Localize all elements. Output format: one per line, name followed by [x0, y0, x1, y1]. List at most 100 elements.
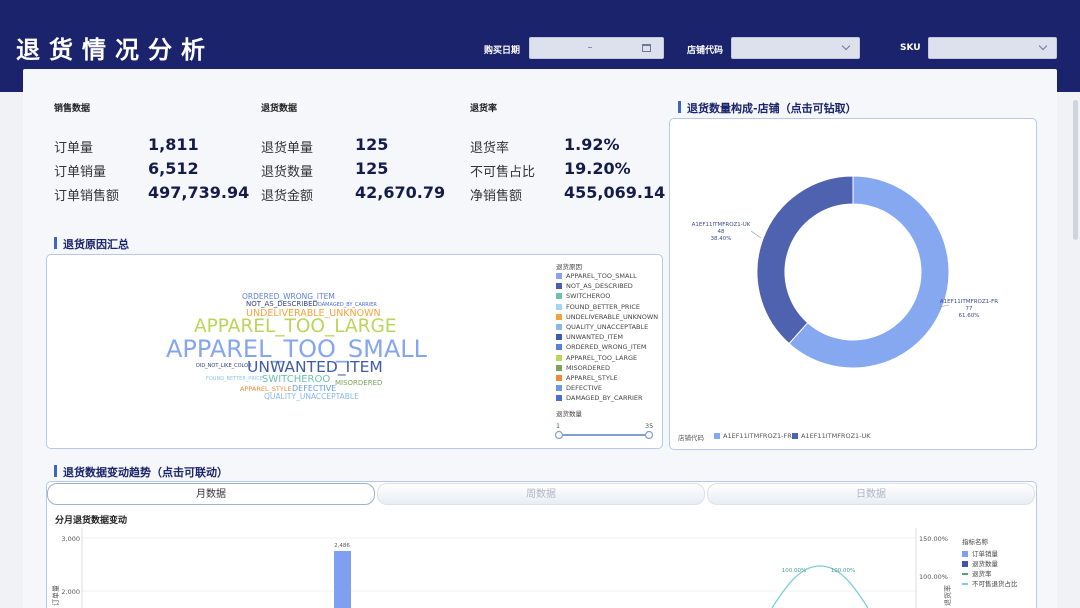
- reason-legend-item[interactable]: DAMAGED_BY_CARRIER: [556, 394, 643, 402]
- page-scrollbar[interactable]: [1073, 100, 1078, 240]
- legend-swatch: [556, 334, 562, 341]
- legend-label: NOT_AS_DESCRIBED: [566, 282, 633, 291]
- trend-legend-item[interactable]: 订单销量: [962, 548, 998, 558]
- store-code-label: 店铺代码: [687, 46, 724, 56]
- legend-label: 退货率: [972, 570, 992, 578]
- bar[interactable]: [334, 551, 351, 608]
- trend-section-title: 退货数据变动趋势（点击可联动）: [54, 464, 228, 480]
- donut-slice[interactable]: [756, 175, 854, 345]
- tab-monthly[interactable]: 月数据: [47, 483, 375, 505]
- kpi-label: 退货金额: [261, 189, 314, 204]
- kpi-label: 净销售额: [470, 189, 523, 204]
- size-range-slider[interactable]: [553, 429, 657, 441]
- word-cloud-term[interactable]: DID_NOT_LIKE_COLOR: [196, 364, 252, 369]
- legend-swatch: [962, 561, 968, 567]
- reason-legend-item[interactable]: NOT_AS_DESCRIBED: [556, 282, 633, 290]
- tab-weekly[interactable]: 周数据: [377, 483, 705, 505]
- kpi-value: 1,811: [148, 135, 199, 154]
- word-cloud-term[interactable]: APPAREL_TOO_LARGE: [194, 317, 396, 337]
- line-data-label: 100.00%: [831, 568, 855, 574]
- y-tick-label: 150.00%: [919, 535, 948, 543]
- y-axis-label: 退货率: [943, 585, 952, 606]
- kpi-value: 42,670.79: [355, 183, 446, 202]
- kpi-value: 125: [355, 159, 389, 178]
- store-code-select[interactable]: [731, 37, 860, 59]
- word-cloud-term[interactable]: FOUND_BETTER_PRICE: [206, 377, 263, 382]
- word-cloud-term[interactable]: QUALITY_UNACCEPTABLE: [264, 393, 359, 401]
- reason-legend-item[interactable]: UNWANTED_ITEM: [556, 333, 623, 341]
- kpi-value: 125: [355, 135, 389, 154]
- reason-legend-item[interactable]: APPAREL_TOO_LARGE: [556, 354, 637, 362]
- store-legend-item[interactable]: A1EF11ITMFROZ1-FR: [714, 432, 792, 440]
- page-title: 退货情况分析: [16, 36, 214, 64]
- donut-data-label: 38.40%: [711, 236, 732, 242]
- legend-swatch: [962, 551, 968, 557]
- date-range-separator: [588, 47, 592, 48]
- kpi-label: 退货数量: [261, 165, 314, 180]
- purchase-date-picker[interactable]: [529, 37, 664, 59]
- kpi-label: 不可售占比: [470, 165, 536, 180]
- legend-label: QUALITY_UNACCEPTABLE: [566, 323, 649, 331]
- donut-data-label: 48: [718, 229, 725, 235]
- y-tick-label: 100.00%: [919, 573, 948, 581]
- legend-swatch: [556, 283, 562, 290]
- trend-chart-title: 分月退货数据变动: [55, 516, 128, 526]
- legend-label: APPAREL_TOO_SMALL: [566, 272, 637, 280]
- word-cloud-term[interactable]: NOT_AS_DESCRIBED: [246, 301, 318, 308]
- legend-swatch: [556, 385, 562, 392]
- donut-data-label: 61.60%: [959, 313, 980, 319]
- return-rate-heading: 退货率: [470, 104, 498, 114]
- legend-label: 退货数量: [972, 560, 998, 568]
- reason-legend-item[interactable]: APPAREL_TOO_SMALL: [556, 272, 637, 280]
- reason-legend-item[interactable]: DEFECTIVE: [556, 384, 602, 392]
- y-axis-label: 订单量: [51, 585, 60, 606]
- bar-data-label: 2,486: [334, 543, 350, 549]
- donut-data-label: A1EF11ITMFROZ1-FR: [940, 299, 998, 305]
- y-tick-label: 3,000: [61, 535, 80, 543]
- reason-legend-item[interactable]: APPAREL_STYLE: [556, 374, 618, 382]
- legend-label: DAMAGED_BY_CARRIER: [566, 394, 643, 403]
- trend-legend-item[interactable]: 退货数量: [962, 558, 998, 568]
- legend-label: SWITCHEROO: [566, 292, 611, 301]
- legend-swatch: [556, 395, 562, 402]
- reason-legend-item[interactable]: QUALITY_UNACCEPTABLE: [556, 323, 648, 331]
- y-tick-label: 2,000: [61, 588, 80, 596]
- donut-data-label: A1EF11ITMFROZ1-UK: [692, 222, 751, 228]
- reason-legend-item[interactable]: MISORDERED: [556, 364, 610, 372]
- store-donut-chart[interactable]: A1EF11ITMFROZ1-FR7761.60%A1EF11ITMFROZ1-…: [669, 118, 1037, 450]
- reason-legend-item[interactable]: FOUND_BETTER_PRICE: [556, 303, 640, 311]
- legend-label: FOUND_BETTER_PRICE: [566, 302, 640, 311]
- store-legend-item[interactable]: A1EF11ITMFROZ1-UK: [792, 432, 871, 440]
- word-cloud-term[interactable]: MISORDERED: [335, 380, 382, 387]
- legend-label: MISORDERED: [566, 363, 611, 372]
- trend-combo-chart[interactable]: 3,000 2,000 150.00% 100.00% 订单量 退货率 2,486 100.0…: [46, 528, 1046, 608]
- kpi-label: 退货率: [470, 141, 510, 156]
- chevron-down-icon: [1038, 41, 1048, 51]
- kpi-label: 订单销售额: [54, 189, 120, 204]
- legend-swatch: [556, 354, 562, 361]
- legend-swatch: [556, 344, 562, 351]
- legend-swatch: [556, 303, 562, 310]
- legend-swatch: [556, 324, 562, 330]
- legend-swatch: [556, 313, 562, 320]
- line-data-label: 100.00%: [782, 568, 806, 574]
- kpi-value: 19.20%: [564, 159, 631, 178]
- store-legend-title: 店铺代码: [678, 434, 704, 442]
- legend-label: APPAREL_TOO_LARGE: [566, 353, 638, 362]
- size-legend-title: 退货数量: [556, 410, 582, 418]
- kpi-value: 455,069.14: [564, 183, 666, 202]
- legend-swatch: [556, 375, 562, 381]
- reason-legend-item[interactable]: ORDERED_WRONG_ITEM: [556, 343, 646, 351]
- trend-legend-item[interactable]: 退货率: [962, 568, 992, 578]
- chevron-down-icon: [841, 41, 851, 51]
- sku-select[interactable]: [928, 37, 1057, 59]
- reason-legend-item[interactable]: UNDELIVERABLE_UNKNOWN: [556, 313, 658, 321]
- kpi-value: 497,739.94: [148, 183, 250, 202]
- reason-legend-item[interactable]: SWITCHEROO: [556, 292, 610, 300]
- trend-legend-item[interactable]: 不可售退货占比: [962, 578, 1018, 588]
- trend-legend-title: 指标名称: [962, 538, 988, 546]
- calendar-icon: [642, 44, 651, 52]
- tab-daily[interactable]: 日数据: [707, 483, 1035, 505]
- sku-label: SKU: [900, 43, 921, 53]
- legend-label: UNWANTED_ITEM: [566, 333, 623, 342]
